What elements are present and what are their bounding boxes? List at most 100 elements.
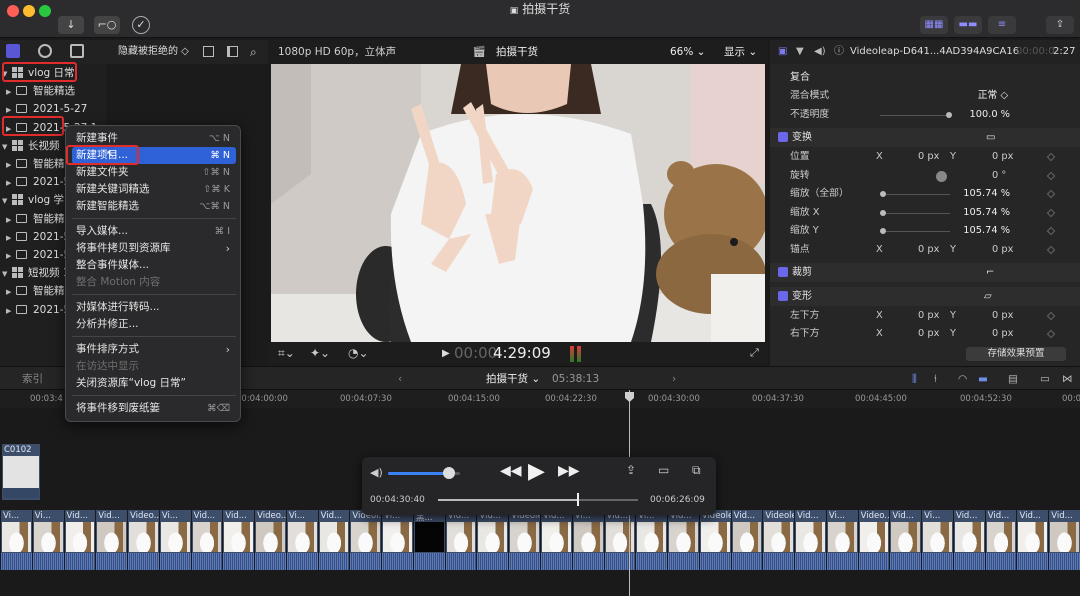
position-row[interactable]: 位置 X 0 px Y 0 px: [770, 148, 1080, 167]
anchor-row[interactable]: 锚点 X 0 px Y 0 px: [770, 241, 1080, 260]
menu-shortcut: ⌥⌘ N: [199, 201, 230, 212]
menu-separator: [72, 336, 236, 337]
event-icon: [16, 231, 27, 241]
menu-item[interactable]: 分析并修正...: [72, 316, 236, 333]
menu-item[interactable]: 对媒体进行转码...: [72, 299, 236, 316]
inspector-layout-icon[interactable]: ≡: [988, 16, 1016, 34]
menu-item[interactable]: 将事件拷贝到资源库 ›: [72, 240, 236, 257]
clip-appearance-tl-icon[interactable]: ▤: [1008, 367, 1018, 391]
transform-icon[interactable]: ⌗⌄: [278, 346, 295, 361]
menu-item[interactable]: 关闭资源库“vlog 日常”: [72, 375, 236, 392]
clip-appearance-icon[interactable]: [203, 46, 214, 57]
menu-item[interactable]: 整合事件媒体...: [72, 257, 236, 274]
enhance-icon[interactable]: ✦⌄: [310, 346, 330, 360]
opacity-row[interactable]: 不透明度 100.0 %: [770, 106, 1080, 125]
ruler-tick-label: 00:04:37:30: [752, 394, 804, 404]
submenu-arrow-icon: ›: [225, 343, 230, 356]
blend-mode-row[interactable]: 混合模式 正常 ◇: [770, 87, 1080, 106]
info-inspector-icon[interactable]: ⓘ: [834, 40, 844, 64]
zoom-dropdown[interactable]: 66% ⌄: [670, 40, 705, 64]
scale-all-row[interactable]: 缩放（全部） 105.74 %: [770, 185, 1080, 204]
disclosure-open-icon: ▼: [2, 197, 8, 206]
keyword-icon[interactable]: ⌐○: [94, 16, 120, 34]
fullscreen-icon[interactable]: ⤢: [750, 346, 759, 360]
viewer-project-name: 拍摄干货: [496, 46, 538, 58]
display-dropdown[interactable]: 显示 ⌄: [724, 40, 757, 64]
audio-skimming-icon[interactable]: ⫮: [934, 367, 937, 391]
import-icon[interactable]: ↓: [58, 16, 84, 34]
sidebar-item-label: 短视频 1: [28, 267, 70, 280]
ruler-tick-label: 00:04:30:00: [648, 394, 700, 404]
ruler-tick-label: 00:0: [1062, 394, 1080, 404]
menu-item[interactable]: 事件排序方式 ›: [72, 341, 236, 358]
menu-item[interactable]: 新建关键词精选 ⇧⌘ K: [72, 181, 236, 198]
play-icon[interactable]: ▶: [442, 348, 450, 359]
disclosure-open-icon: ▼: [2, 142, 8, 151]
share-media-icon[interactable]: ⇪: [626, 463, 636, 477]
volume-icon: ◀): [370, 466, 383, 479]
smart-collection-icon: [16, 86, 27, 96]
scale-y-row[interactable]: 缩放 Y 105.74 %: [770, 222, 1080, 241]
event-icon: [16, 304, 27, 314]
scrubber[interactable]: [438, 493, 638, 506]
forward-arrow-icon[interactable]: ›: [672, 367, 676, 391]
fast-forward-icon[interactable]: ▶▶: [558, 463, 580, 479]
menu-separator: [72, 294, 236, 295]
filter-dropdown[interactable]: 隐藏被拒绝的 ◇: [118, 40, 189, 64]
skimming-icon[interactable]: ⫼: [912, 367, 917, 391]
filmstrip-icon[interactable]: [227, 46, 238, 57]
ruler-tick-label: 00:03:4: [30, 394, 63, 404]
title-bar: ▣ 拍摄干货 ↓ ⌐○ ✓ ▦▦ ▬▬ ≡ ⇪: [0, 0, 1080, 38]
rotation-row[interactable]: 旋转 0 °: [770, 167, 1080, 186]
libraries-icon[interactable]: [6, 44, 20, 58]
volume-slider[interactable]: [388, 467, 460, 479]
section-transform[interactable]: 变换 ▭: [770, 128, 1080, 147]
inspector-header: ▣ ▼ ◀) ⓘ Videoleap-D641...4AD394A9CA16 0…: [770, 40, 1080, 64]
airplay-icon[interactable]: ▭: [658, 463, 669, 477]
section-distort[interactable]: 变形 ▱: [770, 287, 1080, 306]
menu-shortcut: ⇧⌘ K: [203, 184, 230, 195]
viewer-header: 1080p HD 60p，立体声 🎬︎ 拍摄干货 66% ⌄ 显示 ⌄: [268, 40, 768, 64]
bottom-left-row[interactable]: 左下方 X 0 px Y 0 px: [770, 307, 1080, 326]
video-inspector-icon[interactable]: ▣: [778, 40, 787, 64]
inspector-duration-dim: 00:00:0: [1016, 46, 1055, 57]
retime-icon[interactable]: ◔⌄: [348, 346, 369, 360]
index-button[interactable]: 索引: [22, 367, 43, 391]
menu-item[interactable]: 导入媒体... ⌘ I: [72, 223, 236, 240]
submenu-arrow-icon: ›: [225, 242, 230, 255]
effects-browser-icon[interactable]: ▭: [1040, 367, 1050, 391]
menu-item[interactable]: 新建智能精选 ⌥⌘ N: [72, 198, 236, 215]
transform-onscreen-icon: ▭: [986, 132, 996, 143]
search-icon[interactable]: ⌕: [250, 40, 257, 64]
section-crop[interactable]: 裁剪 ⌐: [770, 263, 1080, 282]
transitions-browser-icon[interactable]: ⋈: [1062, 367, 1073, 391]
scale-x-row[interactable]: 缩放 X 105.74 %: [770, 204, 1080, 223]
save-preset-button[interactable]: 存储效果预置: [966, 347, 1066, 361]
library-layout-icon[interactable]: ▦▦: [920, 16, 948, 34]
play-pause-icon[interactable]: ▶: [528, 459, 545, 484]
share-icon[interactable]: ⇪: [1046, 16, 1074, 34]
connected-clip[interactable]: C0102: [2, 444, 40, 500]
rewind-icon[interactable]: ◀◀: [500, 463, 522, 479]
audio-inspector-icon[interactable]: ◀): [814, 40, 826, 64]
viewer-footer: ⌗⌄ ✦⌄ ◔⌄ ▶ 00:00 4:29:09 ⤢: [268, 342, 768, 366]
menu-item[interactable]: 将事件移到废纸篓 ⌘⌫: [72, 400, 236, 417]
sidebar-item[interactable]: ▶ 智能精选: [6, 82, 112, 100]
timeline-project-dropdown[interactable]: 拍摄干货 ⌄: [486, 367, 540, 391]
solo-icon[interactable]: ◠: [958, 367, 967, 391]
check-icon[interactable]: ✓: [132, 16, 150, 34]
menu-shortcut: ⌘⌫: [207, 403, 230, 414]
snapping-icon[interactable]: ▬: [978, 367, 988, 391]
titles-generators-icon[interactable]: [70, 44, 84, 58]
library-icon: [12, 194, 23, 206]
ruler-tick-label: 00:04:15:00: [448, 394, 500, 404]
timeline-layout-icon[interactable]: ▬▬: [954, 16, 982, 34]
back-arrow-icon[interactable]: ‹: [398, 367, 402, 391]
bottom-right-row[interactable]: 右下方 X 0 px Y 0 px: [770, 325, 1080, 344]
library-icon: [12, 267, 23, 279]
photos-audio-icon[interactable]: [38, 44, 52, 58]
pip-icon[interactable]: ⧉: [692, 463, 701, 478]
sidebar-item-label: 智能精选: [33, 85, 75, 98]
menu-item[interactable]: 新建文件夹 ⇧⌘ N: [72, 164, 236, 181]
color-inspector-icon[interactable]: ▼: [796, 40, 804, 64]
